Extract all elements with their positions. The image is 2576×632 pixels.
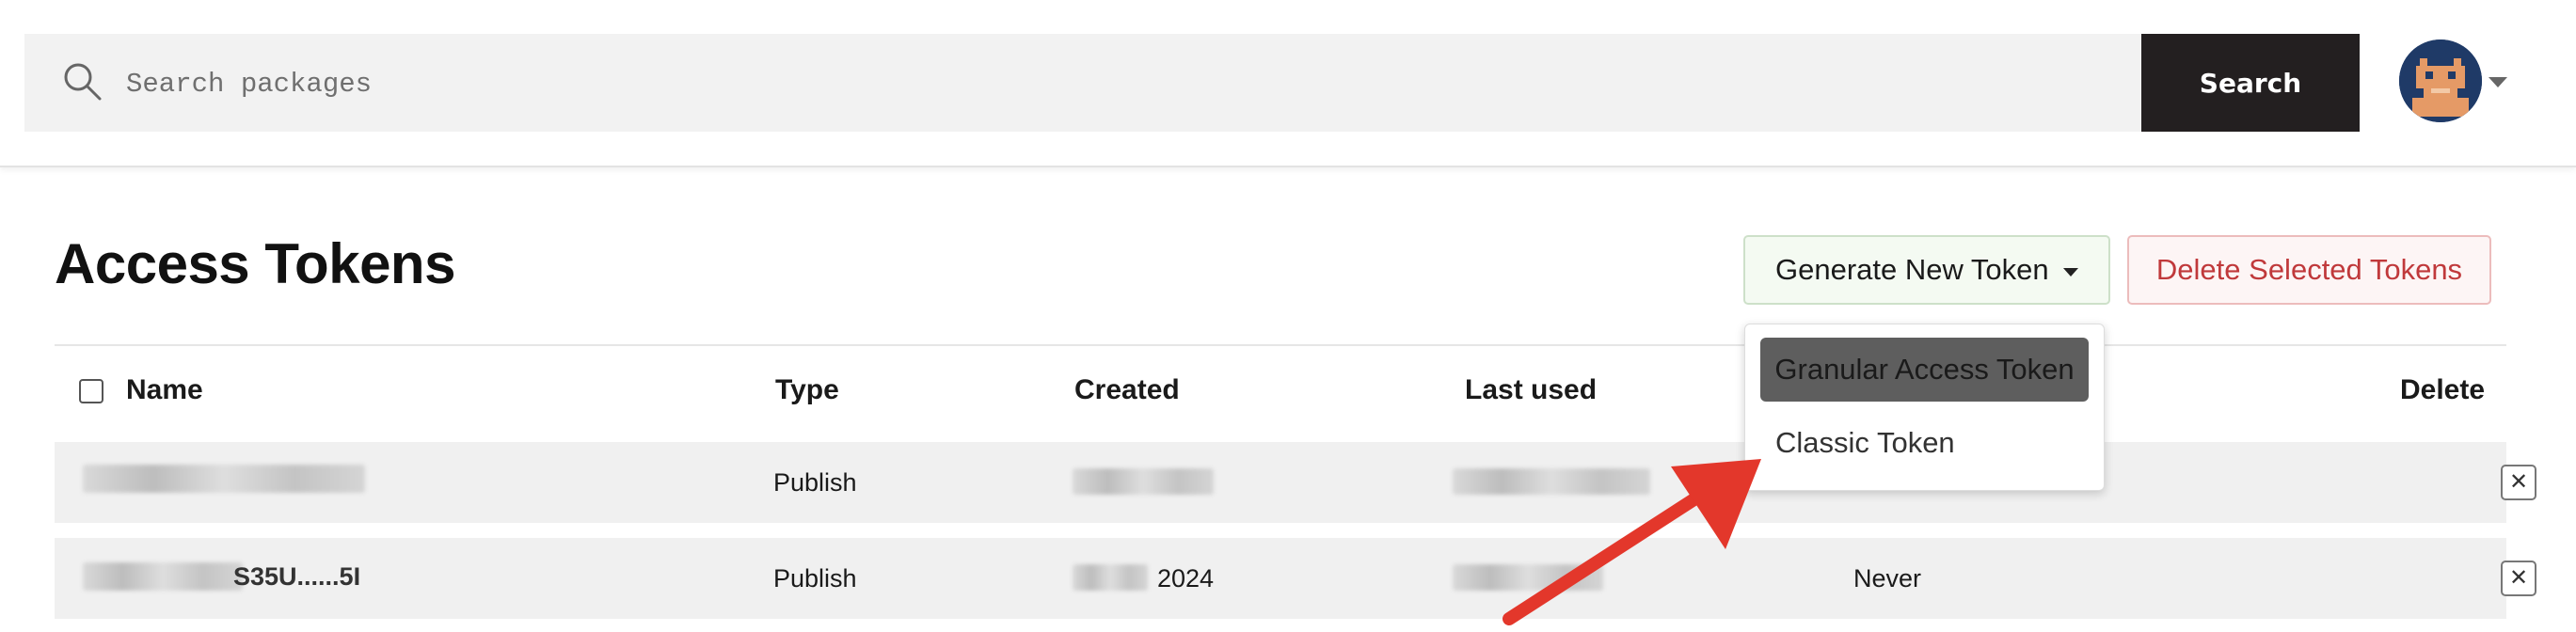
column-header-name: Name — [126, 374, 203, 405]
search-button[interactable]: Search — [2141, 34, 2360, 132]
select-all-checkbox[interactable] — [79, 379, 103, 403]
column-header-delete: Delete — [2400, 374, 2486, 405]
token-type: Publish — [773, 564, 857, 592]
caret-down-icon — [2063, 268, 2078, 276]
column-header-created: Created — [1074, 374, 1180, 405]
search-icon — [64, 63, 102, 101]
token-name: S35U......5I — [233, 562, 361, 591]
redacted-created — [1073, 564, 1148, 591]
divider — [55, 344, 2506, 346]
redacted-created — [1073, 468, 1214, 495]
page-title: Access Tokens — [55, 232, 455, 295]
generate-new-token-button[interactable]: Generate New Token — [1743, 235, 2110, 305]
redacted-name — [83, 562, 243, 591]
column-header-last-used: Last used — [1465, 374, 1598, 405]
delete-token-button[interactable]: ✕ — [2501, 561, 2536, 596]
caret-down-icon[interactable] — [2489, 77, 2507, 87]
table-row: Publish ✕ — [55, 442, 2536, 523]
table-row: S35U......5I Publish 2024 Never ✕ — [55, 538, 2536, 619]
top-bar: Search — [0, 0, 2576, 167]
delete-token-button[interactable]: ✕ — [2501, 465, 2536, 500]
token-created: 2024 — [1157, 564, 1215, 592]
generate-token-menu: Granular Access Token Classic Token — [1744, 324, 2105, 491]
token-expires: Never — [1853, 564, 1922, 592]
menu-item-classic-token[interactable]: Classic Token — [1775, 411, 1955, 475]
token-type: Publish — [773, 468, 857, 497]
annotation-arrow-icon — [1503, 459, 1761, 625]
column-header-type: Type — [775, 374, 839, 405]
search-input[interactable] — [124, 51, 2104, 117]
redacted-name — [83, 465, 365, 493]
delete-selected-tokens-button[interactable]: Delete Selected Tokens — [2127, 235, 2491, 305]
pixel-avatar-icon — [2399, 40, 2482, 122]
menu-item-granular-access-token[interactable]: Granular Access Token — [1760, 338, 2089, 402]
avatar[interactable] — [2399, 40, 2482, 122]
